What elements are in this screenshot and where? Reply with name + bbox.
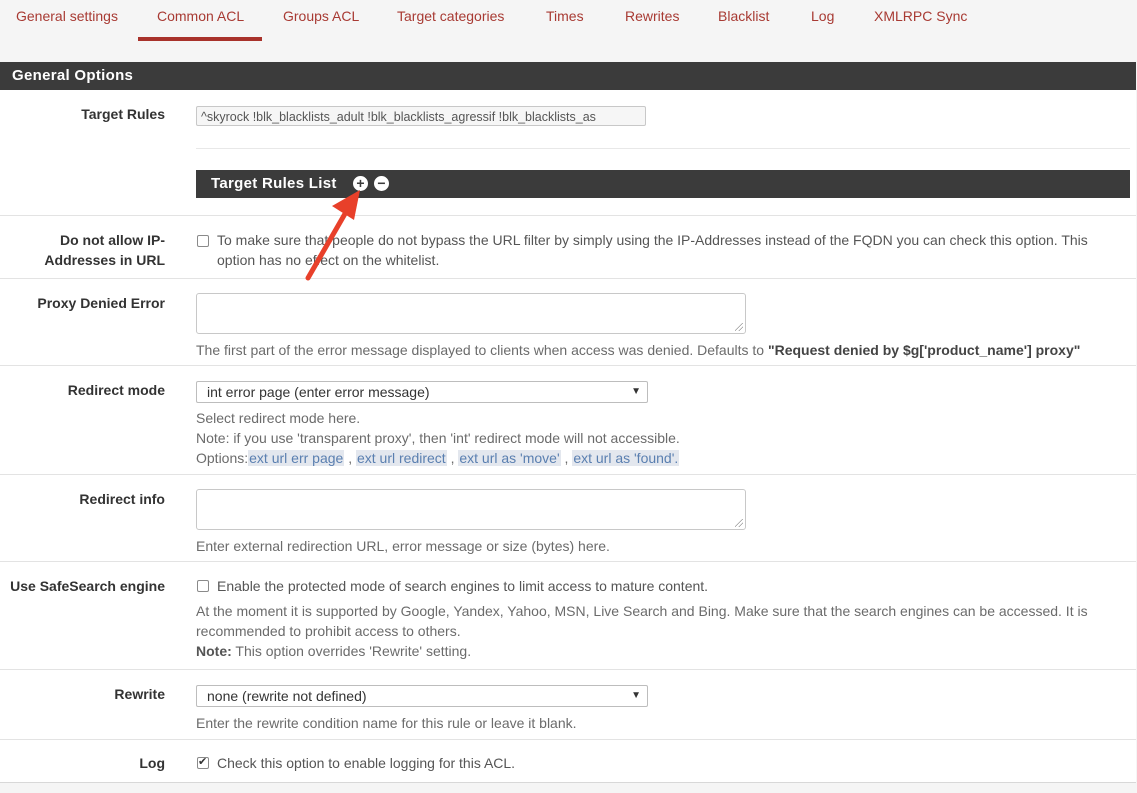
log-label: Log	[139, 755, 165, 771]
option-link-ext-url-err-page[interactable]: ext url err page	[248, 450, 345, 466]
proxy-denied-default: "Request denied by $g['product_name'] pr…	[767, 342, 1081, 358]
plus-circle-icon[interactable]: +	[353, 176, 368, 191]
target-rules-divider	[196, 148, 1130, 149]
proxy-denied-help: The first part of the error message disp…	[196, 340, 1080, 360]
redirect-mode-select[interactable]: int error page (enter error message) ▼	[196, 381, 648, 403]
target-rules-input[interactable]: ^skyrock !blk_blacklists_adult !blk_blac…	[196, 106, 646, 126]
redirect-info-label: Redirect info	[79, 491, 165, 507]
tab-target-categories[interactable]: Target categories	[397, 8, 504, 24]
safesearch-description: Enable the protected mode of search engi…	[217, 578, 709, 594]
tab-times[interactable]: Times	[546, 8, 584, 24]
rewrite-label: Rewrite	[114, 686, 165, 702]
tab-common-acl[interactable]: Common ACL	[157, 8, 244, 24]
tab-rewrites[interactable]: Rewrites	[625, 8, 679, 24]
proxy-denied-help-text: The first part of the error message disp…	[196, 342, 768, 358]
redirect-mode-note: Note: if you use 'transparent proxy', th…	[196, 430, 680, 446]
row-separator	[0, 739, 1136, 740]
options-prefix: Options:	[196, 450, 249, 466]
redirect-mode-label: Redirect mode	[67, 382, 165, 398]
redirect-mode-options: Options:ext url err page , ext url redir…	[196, 450, 680, 466]
tab-groups-acl[interactable]: Groups ACL	[283, 8, 359, 24]
redirect-mode-help: Select redirect mode here.	[196, 410, 361, 426]
safesearch-label: Use SafeSearch engine	[10, 578, 165, 594]
redirect-info-textarea[interactable]	[196, 489, 746, 530]
safesearch-checkbox[interactable]	[197, 580, 209, 592]
safesearch-note-label: Note:	[196, 643, 232, 659]
safesearch-help-line1: At the moment it is supported by Google,…	[196, 603, 1088, 619]
safesearch-help-line2: recommended to prohibit access to others…	[196, 623, 461, 639]
resize-grip-icon[interactable]	[735, 519, 743, 527]
caret-down-icon: ▼	[631, 386, 641, 397]
rewrite-value: none (rewrite not defined)	[207, 688, 367, 704]
proxy-denied-textarea[interactable]	[196, 293, 746, 334]
rewrite-help: Enter the rewrite condition name for thi…	[196, 715, 577, 731]
option-link-ext-url-redirect[interactable]: ext url redirect	[355, 450, 447, 466]
log-description: Check this option to enable logging for …	[217, 755, 516, 771]
red-arrow-annotation	[305, 190, 360, 281]
proxy-denied-label: Proxy Denied Error	[37, 295, 165, 311]
log-checkbox[interactable]	[197, 755, 209, 769]
row-separator	[0, 278, 1136, 279]
minus-circle-icon[interactable]: −	[374, 176, 389, 191]
redirect-info-help: Enter external redirection URL, error me…	[196, 538, 610, 554]
safesearch-note-text: This option overrides 'Rewrite' setting.	[231, 643, 472, 659]
general-options-panel: General Options Target Rules ^skyrock !b…	[0, 62, 1136, 783]
option-link-ext-url-found[interactable]: ext url as 'found'.	[572, 450, 680, 466]
ip-addresses-checkbox[interactable]	[197, 235, 209, 247]
row-separator	[0, 561, 1136, 562]
tab-xmlrpc-sync[interactable]: XMLRPC Sync	[874, 8, 967, 24]
panel-title: General Options	[0, 62, 1136, 90]
row-separator	[0, 365, 1136, 366]
ip-addresses-label: Do not allow IP- Addresses in URL	[44, 230, 165, 270]
option-link-ext-url-move[interactable]: ext url as 'move'	[458, 450, 561, 466]
row-separator	[0, 215, 1136, 216]
active-tab-indicator	[138, 37, 262, 41]
tab-log[interactable]: Log	[811, 8, 834, 24]
row-separator	[0, 669, 1136, 670]
ip-addresses-label-line2: Addresses in URL	[44, 252, 165, 268]
tab-general-settings[interactable]: General settings	[16, 8, 118, 24]
target-rules-label: Target Rules	[81, 106, 165, 122]
tab-blacklist[interactable]: Blacklist	[718, 8, 769, 24]
tab-bar: General settings Common ACL Groups ACL T…	[0, 0, 1137, 44]
safesearch-note: Note: This option overrides 'Rewrite' se…	[196, 641, 471, 661]
caret-down-icon: ▼	[631, 690, 641, 701]
ip-addresses-label-line1: Do not allow IP-	[60, 232, 165, 248]
redirect-mode-value: int error page (enter error message)	[207, 384, 430, 400]
rewrite-select[interactable]: none (rewrite not defined) ▼	[196, 685, 648, 707]
resize-grip-icon[interactable]	[735, 323, 743, 331]
row-separator	[0, 474, 1136, 475]
